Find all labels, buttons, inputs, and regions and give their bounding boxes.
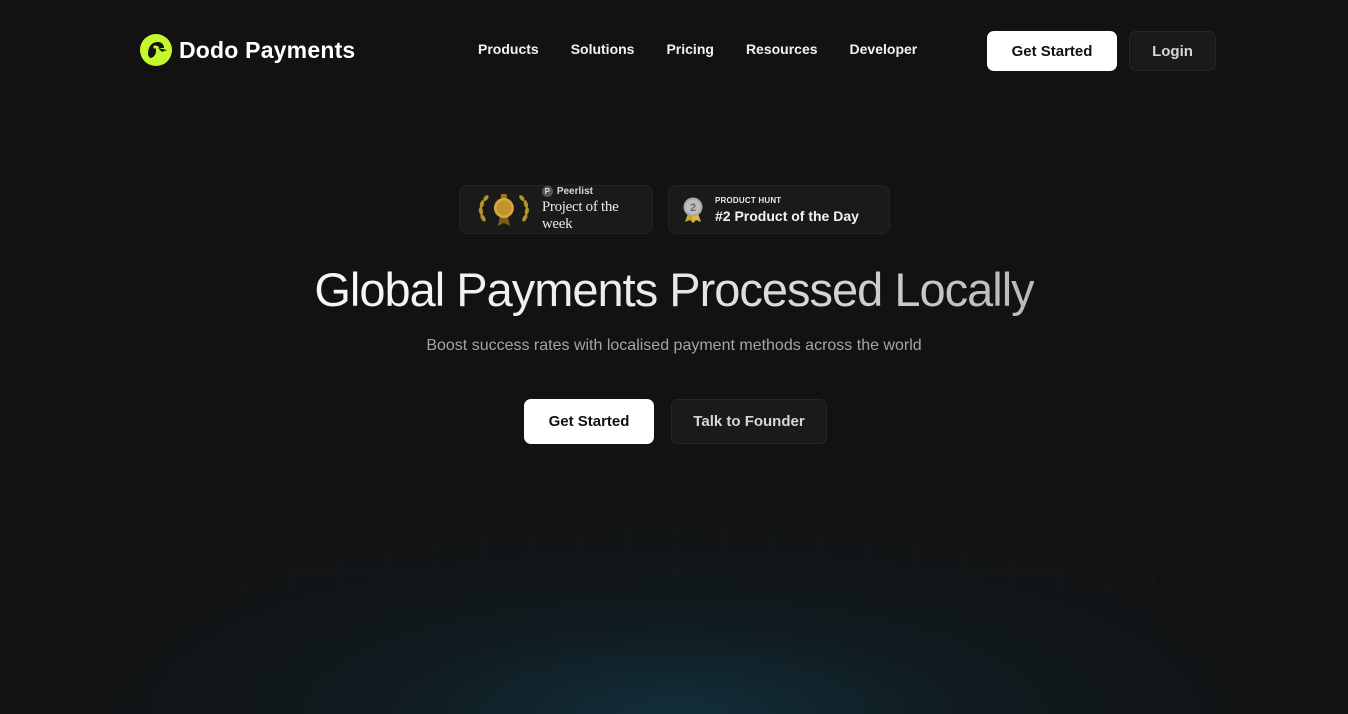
hero-title: Global Payments Processed Locally (0, 262, 1348, 317)
product-hunt-badge[interactable]: 2 PRODUCT HUNT #2 Product of the Day (668, 185, 890, 234)
product-hunt-label: PRODUCT HUNT (715, 195, 782, 205)
header-get-started-button[interactable]: Get Started (987, 31, 1117, 71)
nav-item-products[interactable]: Products (478, 41, 539, 57)
hero-get-started-button[interactable]: Get Started (524, 399, 654, 444)
hero-subtitle: Boost success rates with localised payme… (426, 337, 922, 354)
login-button[interactable]: Login (1129, 31, 1216, 71)
nav-item-resources[interactable]: Resources (746, 41, 818, 57)
brand-logo-link[interactable]: Dodo Payments (140, 34, 355, 66)
nav-item-solutions[interactable]: Solutions (571, 41, 635, 57)
peerlist-brand: Peerlist (556, 186, 593, 197)
hero-background-glow (0, 414, 1348, 714)
hero-background-grid (0, 424, 1348, 594)
peerlist-badge-text: P Peerlist Project of the week (541, 186, 652, 233)
laurel-medal-icon (478, 193, 529, 226)
talk-to-founder-button[interactable]: Talk to Founder (671, 399, 827, 444)
main-nav: Products Solutions Pricing Resources Dev… (478, 41, 917, 57)
nav-item-developer[interactable]: Developer (850, 41, 918, 57)
product-hunt-badge-text: PRODUCT HUNT #2 Product of the Day (715, 196, 859, 224)
peerlist-award-title: Project of the week (541, 199, 619, 232)
nav-item-pricing[interactable]: Pricing (666, 41, 713, 57)
peerlist-logo-icon: P (541, 186, 553, 197)
dodo-logo-icon (140, 34, 172, 66)
product-hunt-award-title: #2 Product of the Day (715, 207, 859, 224)
silver-medal-icon: 2 (683, 197, 703, 223)
brand-name: Dodo Payments (179, 36, 356, 63)
ph-medal-rank: 2 (690, 202, 696, 214)
hero-title-text: Global Payments Processed Locally (314, 263, 1034, 316)
peerlist-badge[interactable]: #1 P Peerlist Project of the week (459, 185, 653, 234)
